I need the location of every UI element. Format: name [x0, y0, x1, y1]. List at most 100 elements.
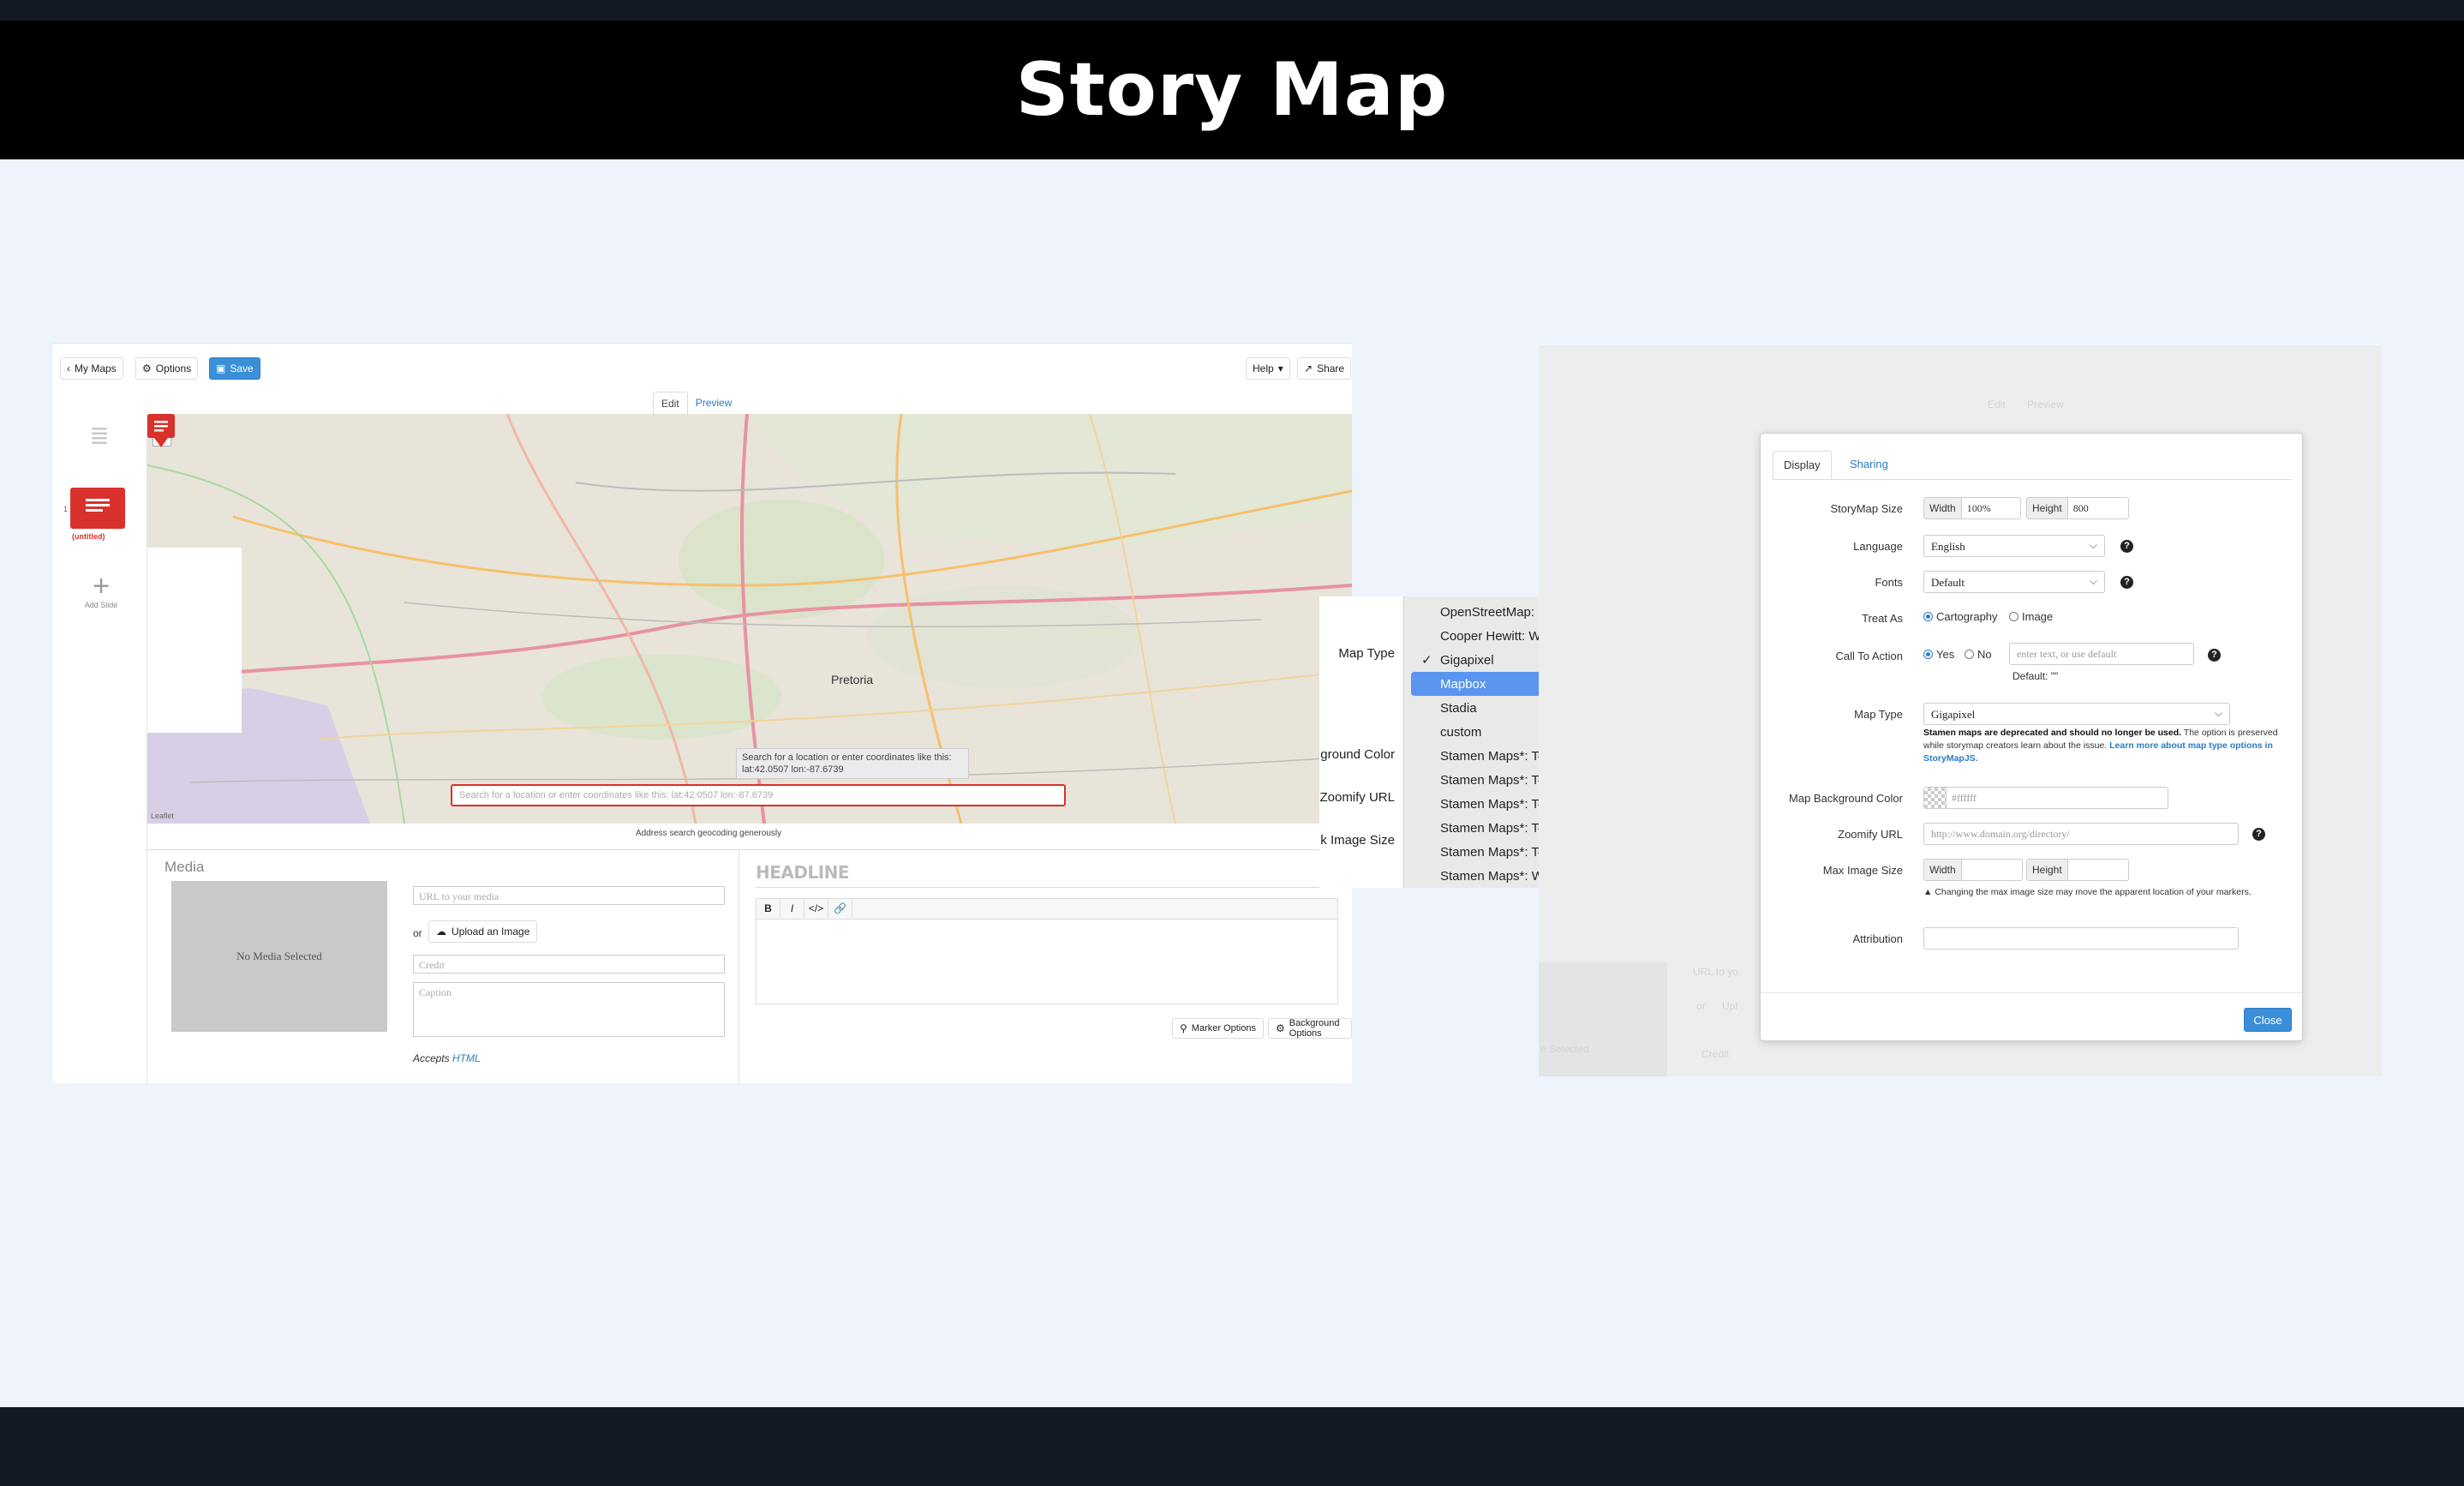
image-radio[interactable]: Image — [2009, 610, 2053, 623]
ghost-or-text: or — [1696, 1000, 1706, 1012]
floppy-icon: ▣ — [216, 363, 226, 374]
save-button[interactable]: ▣ Save — [209, 357, 260, 380]
treat-as-label: Treat As — [1862, 612, 1903, 625]
or-label: or — [413, 927, 422, 939]
tab-preview[interactable]: Preview — [688, 392, 740, 415]
headline-input[interactable]: HEADLINE — [756, 862, 1338, 888]
max-image-warning: ▲ Changing the max image size may move t… — [1923, 886, 2292, 899]
rich-text-toolbar: B I </> 🔗 — [756, 898, 1338, 919]
add-slide-label: Add Slide — [84, 601, 118, 609]
bg-color-label: Map Background Color — [1789, 792, 1903, 805]
cta-text-input[interactable]: enter text, or use default — [2009, 643, 2194, 665]
options-button[interactable]: ⚙ Options — [135, 357, 199, 380]
background-options-button[interactable]: ⚙ Background Options — [1268, 1018, 1352, 1039]
map-type-label: Map Type — [1854, 708, 1903, 721]
html-link[interactable]: HTML — [452, 1052, 481, 1064]
language-value: English — [1931, 540, 1965, 553]
page-title: Story Map — [1015, 47, 1449, 133]
help-icon[interactable]: ? — [2120, 540, 2133, 553]
ghost-upload-text: Upl — [1722, 1000, 1738, 1012]
attribution-input[interactable] — [1923, 927, 2239, 950]
no-label: No — [1977, 648, 1992, 661]
bold-button[interactable]: B — [757, 899, 780, 918]
cta-no-radio[interactable]: No — [1965, 648, 1992, 661]
plus-icon: + — [93, 570, 110, 602]
credit-input[interactable]: Credit — [413, 955, 725, 974]
title-slide-icon[interactable]: ≣ — [87, 424, 111, 448]
slide-thumbnail[interactable] — [70, 488, 125, 529]
height-value: 800 — [2072, 502, 2089, 514]
max-width-addon: Width — [1924, 860, 1962, 880]
chevron-down-icon: ⌵ — [2089, 575, 2097, 587]
image-size-label: k Image Size — [1320, 833, 1395, 848]
help-icon[interactable]: ? — [2208, 649, 2221, 662]
ghost-preview-tab: Preview — [2027, 398, 2064, 410]
bg-color-field[interactable]: #ffffff — [1923, 787, 2168, 809]
map-type-select[interactable]: Gigapixel ⌵ — [1923, 703, 2230, 725]
options-label: Options — [155, 363, 192, 374]
max-height-field[interactable]: Height — [2026, 859, 2129, 881]
help-button[interactable]: Help ▾ — [1246, 357, 1290, 380]
map-type-value: Gigapixel — [1931, 708, 1976, 721]
my-maps-label: My Maps — [75, 363, 117, 374]
chevron-down-icon: ⌵ — [2214, 707, 2222, 719]
geocoding-note: Address search geocoding generously — [636, 829, 782, 838]
checkmark-icon: ✓ — [1421, 653, 1432, 668]
view-tabs: Edit Preview — [653, 392, 739, 415]
cta-label: Call To Action — [1835, 650, 1903, 662]
ghost-selected-text: e Selected — [1540, 1043, 1589, 1055]
option-label: Mapbox — [1440, 676, 1486, 692]
help-label: Help — [1253, 363, 1274, 374]
media-heading: Media — [164, 859, 205, 875]
add-slide-button[interactable]: + Add Slide — [84, 572, 118, 609]
editor-screenshot: ‹ My Maps ⚙ Options ▣ Save Help ▾ ↗ Shar… — [53, 343, 1352, 1083]
ghost-credit-text: Credit — [1701, 1048, 1730, 1060]
marker-options-button[interactable]: ⚲ Marker Options — [1172, 1018, 1264, 1039]
leaflet-attribution[interactable]: Leaflet — [151, 812, 174, 820]
height-field[interactable]: Height 800 — [2026, 497, 2129, 519]
cta-yes-radio[interactable]: Yes — [1923, 648, 1954, 661]
link-button[interactable]: 🔗 — [828, 899, 852, 918]
fonts-select[interactable]: Default ⌵ — [1923, 571, 2105, 593]
cta-default-note: Default: "" — [2012, 670, 2059, 682]
share-button[interactable]: ↗ Share — [1297, 357, 1352, 380]
radio-unselected — [2009, 612, 2018, 621]
color-swatch[interactable] — [1924, 788, 1947, 808]
width-addon: Width — [1924, 498, 1962, 518]
cartography-radio[interactable]: Cartography — [1923, 610, 1998, 623]
ghost-url-text: URL to yo — [1693, 966, 1738, 978]
italic-button[interactable]: I — [780, 899, 804, 918]
upload-image-button[interactable]: ☁ Upload an Image — [428, 920, 538, 943]
tab-sharing[interactable]: Sharing — [1839, 451, 1899, 477]
share-icon: ↗ — [1304, 363, 1313, 374]
save-label: Save — [230, 363, 254, 374]
tab-display[interactable]: Display — [1773, 451, 1832, 479]
close-button[interactable]: Close — [2244, 1008, 2292, 1032]
map-marker-icon[interactable] — [147, 414, 175, 448]
width-field[interactable]: Width 100% — [1923, 497, 2021, 519]
text-editor[interactable] — [756, 919, 1338, 1004]
my-maps-button[interactable]: ‹ My Maps — [60, 357, 123, 380]
modal-tabs: Display Sharing — [1773, 446, 2292, 480]
map-city-label: Pretoria — [831, 673, 874, 686]
fonts-value: Default — [1931, 576, 1965, 589]
tab-edit[interactable]: Edit — [653, 392, 688, 415]
help-icon[interactable]: ? — [2252, 828, 2265, 841]
gear-icon: ⚙ — [1276, 1022, 1285, 1034]
map-search-input[interactable]: Search for a location or enter coordinat… — [451, 784, 1066, 806]
fonts-label: Fonts — [1875, 576, 1903, 589]
media-url-input[interactable]: URL to your media — [413, 886, 725, 905]
max-width-field[interactable]: Width — [1923, 859, 2023, 881]
language-select[interactable]: English ⌵ — [1923, 535, 2105, 557]
size-label: StoryMap Size — [1830, 502, 1903, 515]
caption-textarea[interactable]: Caption — [413, 982, 725, 1037]
options-screenshot: Edit Preview e Selected URL to yo or Upl… — [1539, 346, 2382, 1076]
zoomify-input[interactable]: http://www.domain.org/directory/ — [1923, 823, 2239, 845]
code-button[interactable]: </> — [804, 899, 828, 918]
yes-label: Yes — [1936, 648, 1955, 661]
option-label: Gigapixel — [1440, 652, 1494, 668]
help-icon[interactable]: ? — [2120, 576, 2133, 589]
option-label: custom — [1440, 724, 1482, 740]
radio-selected — [1923, 650, 1933, 659]
background-options-label: Background Options — [1289, 1018, 1340, 1039]
